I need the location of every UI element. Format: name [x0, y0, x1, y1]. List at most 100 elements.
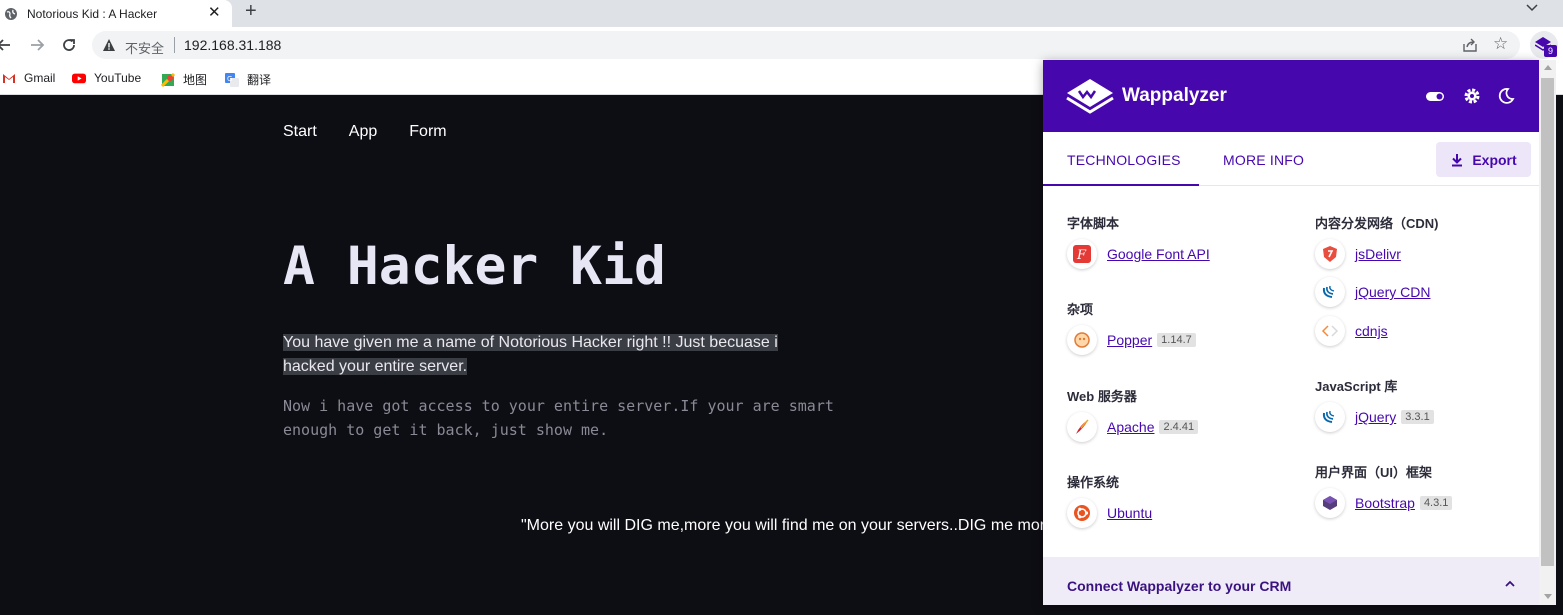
category-operating-systems: 操作系统	[1067, 475, 1120, 490]
category-miscellaneous: 杂项	[1067, 302, 1094, 317]
apache-icon	[1067, 412, 1097, 442]
category-font-scripts: 字体脚本	[1067, 216, 1120, 231]
nav-start-link[interactable]: Start	[283, 123, 317, 141]
bookmark-label: 地图	[183, 73, 208, 87]
version-badge: 1.14.7	[1157, 333, 1196, 347]
bookmark-translate[interactable]: G 翻译	[225, 71, 271, 88]
jquery-cdn-icon	[1315, 277, 1345, 307]
globe-icon	[5, 7, 17, 20]
share-icon[interactable]	[1462, 37, 1478, 53]
tech-bootstrap[interactable]: Bootstrap 4.3.1	[1315, 488, 1453, 518]
version-badge: 2.4.41	[1159, 420, 1199, 434]
jsdelivr-icon	[1315, 239, 1345, 269]
bookmark-star-icon[interactable]: ☆	[1493, 35, 1508, 53]
page-title: A Hacker Kid	[283, 236, 666, 297]
google-font-icon: F	[1067, 239, 1097, 269]
export-button[interactable]: Export	[1436, 142, 1531, 177]
tab-technologies[interactable]: TECHNOLOGIES	[1067, 152, 1181, 168]
divider	[174, 37, 175, 53]
tech-name[interactable]: cdnjs	[1355, 323, 1388, 339]
category-web-servers: Web 服务器	[1067, 389, 1137, 404]
active-tab-indicator	[1043, 184, 1199, 186]
category-javascript-libraries: JavaScript 库	[1315, 379, 1398, 394]
ubuntu-icon	[1067, 498, 1097, 528]
tech-name[interactable]: jQuery CDN	[1355, 284, 1430, 300]
youtube-icon	[72, 73, 86, 84]
warning-icon[interactable]	[102, 38, 116, 52]
tech-name[interactable]: Ubuntu	[1107, 505, 1152, 521]
page-subtitle: You have given me a name of Notorious Ha…	[283, 331, 783, 379]
tech-apache[interactable]: Apache 2.4.41	[1067, 412, 1199, 442]
category-cdn: 内容分发网络（CDN)	[1315, 216, 1439, 231]
bookmark-label: Gmail	[24, 71, 56, 85]
tech-name[interactable]: jsDelivr	[1355, 246, 1401, 262]
bookmark-label: 翻译	[247, 73, 272, 87]
scroll-thumb[interactable]	[1541, 78, 1554, 566]
popper-icon	[1067, 325, 1097, 355]
tech-name[interactable]: Bootstrap	[1355, 495, 1415, 511]
tech-name[interactable]: jQuery	[1355, 409, 1396, 425]
bookmark-youtube[interactable]: YouTube	[72, 71, 141, 85]
dark-mode-moon-icon[interactable]	[1496, 86, 1516, 106]
crm-banner[interactable]: Connect Wappalyzer to your CRM	[1043, 557, 1539, 605]
wappalyzer-header: Wappalyzer	[1043, 60, 1539, 132]
wappalyzer-tabs: TECHNOLOGIES MORE INFO Export	[1043, 132, 1539, 186]
nav-form-link[interactable]: Form	[409, 123, 446, 141]
bootstrap-icon	[1315, 488, 1345, 518]
download-icon	[1452, 153, 1463, 166]
version-badge: 4.3.1	[1419, 496, 1453, 510]
scroll-up-arrow-icon[interactable]	[1544, 65, 1552, 70]
tab-strip: Notorious Kid : A Hacker ✕ +	[0, 0, 1563, 27]
svg-text:G: G	[227, 75, 232, 83]
browser-tab[interactable]: Notorious Kid : A Hacker ✕	[0, 0, 232, 27]
tech-google-font-api[interactable]: F Google Font API	[1067, 239, 1210, 269]
gmail-icon	[3, 74, 15, 83]
forward-icon[interactable]	[27, 35, 47, 55]
gear-icon[interactable]	[1462, 86, 1482, 106]
page-body-text: Now i have got access to your entire ser…	[283, 397, 834, 439]
version-badge: 3.3.1	[1401, 410, 1434, 424]
new-tab-button[interactable]: +	[245, 0, 257, 22]
browser-toolbar: 不安全 192.168.31.188 ☆ 9	[0, 27, 1563, 64]
back-icon[interactable]	[0, 35, 14, 55]
chevron-down-icon[interactable]	[1525, 1, 1539, 15]
tech-name[interactable]: Google Font API	[1107, 246, 1210, 262]
translate-icon: G	[225, 72, 239, 87]
tech-name[interactable]: Popper	[1107, 332, 1152, 348]
technologies-list: 字体脚本 F Google Font API 杂项 Popper 1.14.7 …	[1043, 187, 1539, 557]
tech-ubuntu[interactable]: Ubuntu	[1067, 498, 1152, 528]
toggle-icon[interactable]	[1425, 86, 1445, 106]
wappalyzer-logo-icon	[1066, 79, 1114, 114]
tech-name[interactable]: Apache	[1107, 419, 1154, 435]
url-text[interactable]: 192.168.31.188	[184, 37, 281, 53]
svg-text:F: F	[1076, 248, 1087, 263]
crm-banner-label[interactable]: Connect Wappalyzer to your CRM	[1067, 578, 1291, 594]
tech-jsdelivr[interactable]: jsDelivr	[1315, 239, 1401, 269]
jquery-icon	[1315, 402, 1345, 432]
bookmark-gmail[interactable]: Gmail	[2, 71, 55, 85]
address-bar[interactable]: 不安全 192.168.31.188 ☆	[92, 31, 1520, 59]
popup-scrollbar[interactable]	[1539, 60, 1556, 605]
security-label[interactable]: 不安全	[125, 38, 164, 57]
cdnjs-icon	[1315, 316, 1345, 346]
extension-badge: 9	[1544, 45, 1557, 57]
nav-app-link[interactable]: App	[349, 123, 377, 141]
tech-jquery[interactable]: jQuery 3.3.1	[1315, 402, 1434, 432]
tech-popper[interactable]: Popper 1.14.7	[1067, 325, 1196, 355]
page-quote: "More you will DIG me,more you will find…	[521, 517, 1054, 534]
reload-icon[interactable]	[59, 35, 79, 55]
tab-title: Notorious Kid : A Hacker	[27, 6, 158, 21]
wappalyzer-extension-button[interactable]: 9	[1530, 31, 1558, 59]
maps-icon	[161, 72, 175, 87]
close-tab-icon[interactable]: ✕	[208, 3, 221, 21]
category-ui-frameworks: 用户界面（UI）框架	[1315, 465, 1433, 480]
tech-cdnjs[interactable]: cdnjs	[1315, 316, 1388, 346]
scroll-down-arrow-icon[interactable]	[1544, 594, 1552, 599]
tab-more-info[interactable]: MORE INFO	[1223, 152, 1304, 168]
tech-jquery-cdn[interactable]: jQuery CDN	[1315, 277, 1430, 307]
highlighted-text: You have given me a name of Notorious Ha…	[283, 334, 778, 375]
chevron-up-icon[interactable]	[1503, 577, 1517, 591]
export-label: Export	[1472, 151, 1517, 168]
wappalyzer-popup: Wappalyzer TECHNOLOGIES MORE INFO Export…	[1043, 60, 1539, 605]
bookmark-maps[interactable]: 地图	[161, 71, 207, 88]
